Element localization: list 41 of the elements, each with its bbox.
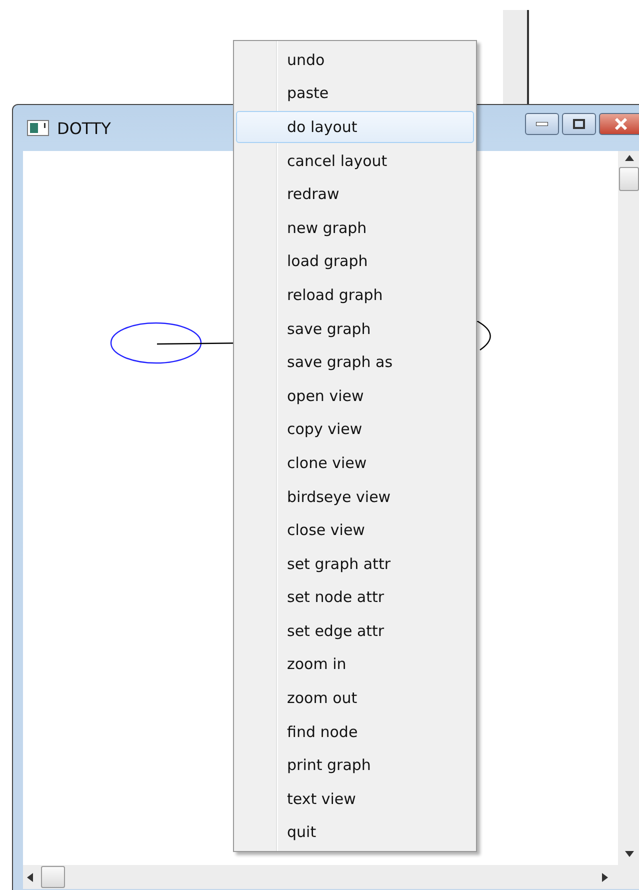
window-title: DOTTY (57, 118, 111, 138)
scroll-right-icon[interactable] (602, 872, 608, 882)
menu-item[interactable]: cancel layout (236, 144, 474, 176)
menu-item[interactable]: save graph as (236, 346, 474, 378)
menu-item[interactable]: zoom out (236, 682, 474, 714)
menu-item[interactable]: zoom in (236, 648, 474, 680)
menu-item[interactable]: reload graph (236, 279, 474, 311)
scroll-down-icon[interactable] (624, 851, 634, 857)
menu-item[interactable]: set edge attr (236, 615, 474, 647)
minimize-icon (536, 122, 548, 126)
menu-item[interactable]: open view (236, 380, 474, 412)
menu-item[interactable]: text view (236, 783, 474, 815)
menu-item[interactable]: set graph attr (236, 548, 474, 580)
maximize-button[interactable] (562, 113, 596, 135)
close-icon (614, 118, 628, 130)
maximize-icon (573, 119, 585, 129)
menu-item[interactable]: clone view (236, 447, 474, 479)
scroll-up-icon[interactable] (624, 155, 634, 161)
menu-item[interactable]: close view (236, 514, 474, 546)
minimize-button[interactable] (525, 113, 559, 135)
menu-item[interactable]: set node attr (236, 582, 474, 614)
menu-item[interactable]: redraw (236, 178, 474, 210)
graph-node (476, 321, 491, 350)
close-button[interactable] (599, 113, 639, 135)
menu-item[interactable]: new graph (236, 212, 474, 244)
menu-item[interactable]: copy view (236, 414, 474, 446)
menu-item[interactable]: paste (236, 78, 474, 110)
vertical-scrollbar[interactable] (618, 151, 639, 865)
menu-item[interactable]: find node (236, 716, 474, 748)
menu-item[interactable]: print graph (236, 749, 474, 782)
menu-item[interactable]: save graph (236, 312, 474, 344)
menu-item[interactable]: load graph (236, 246, 474, 278)
menu-item[interactable]: do layout (236, 111, 474, 143)
scroll-thumb[interactable] (619, 167, 639, 191)
scroll-thumb[interactable] (41, 866, 65, 888)
horizontal-scrollbar[interactable] (23, 865, 618, 889)
menu-item[interactable]: quit (236, 816, 474, 848)
app-icon (27, 120, 49, 136)
scroll-left-icon[interactable] (27, 872, 33, 882)
menu-item[interactable]: undo (236, 44, 474, 76)
menu-item[interactable]: birdseye view (236, 480, 474, 512)
